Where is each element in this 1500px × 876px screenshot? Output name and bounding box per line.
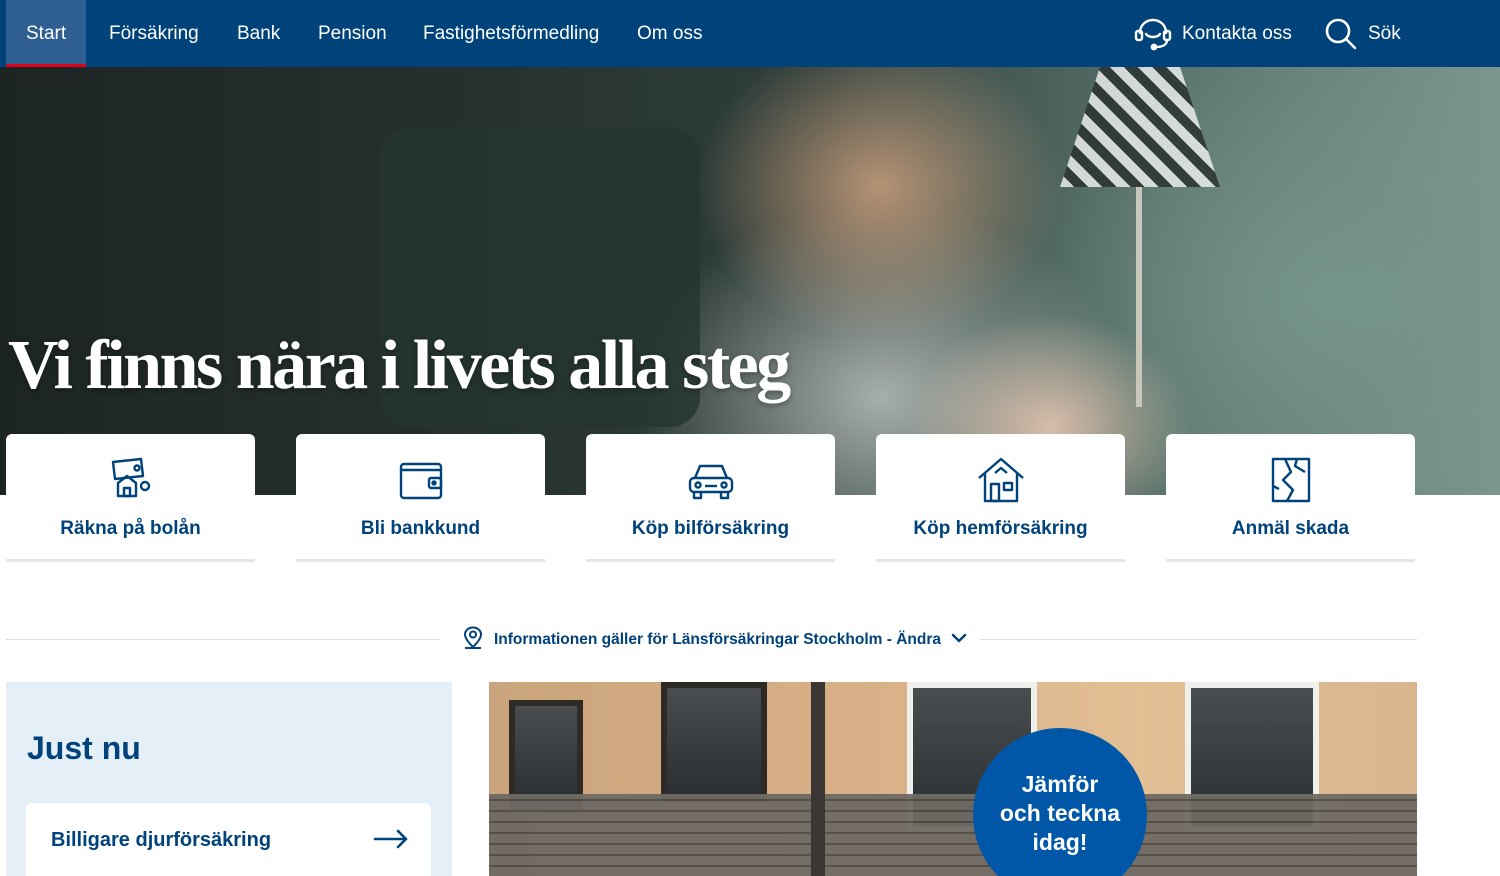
quick-link-bli-bankkund[interactable]: Bli bankkund <box>296 434 545 562</box>
quick-link-anmal-skada[interactable]: Anmäl skada <box>1166 434 1415 562</box>
nav-item-om-oss[interactable]: Om oss <box>617 0 722 67</box>
hero-photo-lamp <box>1060 67 1220 187</box>
nav-item-fastighetsformedling[interactable]: Fastighetsförmedling <box>403 0 619 67</box>
contact-label: Kontakta oss <box>1182 22 1292 44</box>
quick-link-label: Köp hemförsäkring <box>913 518 1088 539</box>
divider-left <box>6 639 440 640</box>
quick-link-kop-bilforsakring[interactable]: Köp bilförsäkring <box>586 434 835 562</box>
arrow-right-icon <box>373 829 408 849</box>
divider-right <box>980 639 1417 640</box>
nav-item-bank[interactable]: Bank <box>217 0 300 67</box>
just-nu-link-label: Billigare djurförsäkring <box>51 829 272 851</box>
house-icon <box>977 456 1025 504</box>
car-icon <box>687 456 735 504</box>
hero-title: Vi finns nära i livets alla steg <box>8 327 791 404</box>
quick-link-label: Bli bankkund <box>360 518 481 539</box>
hero-banner: Vi finns nära i livets alla steg <box>0 67 1500 495</box>
region-selector[interactable]: Informationen gäller för Länsförsäkringa… <box>462 625 967 655</box>
quick-link-label: Köp bilförsäkring <box>631 518 790 539</box>
promo-photo-stone-wall <box>489 794 1417 876</box>
region-text: Informationen gäller för Länsförsäkringa… <box>494 631 941 648</box>
promo-photo-pipe <box>811 682 825 876</box>
chevron-down-icon <box>951 631 967 649</box>
just-nu-link-billigare-djurforsakring[interactable]: Billigare djurförsäkring <box>26 803 431 876</box>
contact-button[interactable]: Kontakta oss <box>1134 0 1292 67</box>
search-button[interactable]: Sök <box>1324 0 1401 67</box>
wallet-icon <box>397 456 445 504</box>
quick-link-label: Räkna på bolån <box>60 518 201 539</box>
promo-badge-line1: Jämför <box>1021 771 1099 797</box>
headset-icon <box>1134 17 1172 51</box>
search-icon <box>1324 17 1358 51</box>
promo-badge-line2: och teckna <box>999 800 1121 826</box>
nav-item-pension[interactable]: Pension <box>298 0 407 67</box>
nav-item-forsakring[interactable]: Försäkring <box>89 0 219 67</box>
just-nu-heading: Just nu <box>27 730 141 766</box>
location-pin-icon <box>462 625 484 655</box>
promo-photo-window <box>661 682 767 802</box>
quick-link-kop-hemforsakring[interactable]: Köp hemförsäkring <box>876 434 1125 562</box>
broken-document-icon <box>1267 456 1315 504</box>
search-label: Sök <box>1368 22 1401 44</box>
hero-photo-lamp-pole <box>1136 187 1142 407</box>
just-nu-panel: Just nu Billigare djurförsäkring <box>6 682 452 876</box>
quick-link-label: Anmäl skada <box>1231 518 1350 539</box>
nav-item-start[interactable]: Start <box>6 0 87 67</box>
promo-image[interactable]: Jämför och teckna idag! <box>489 682 1417 876</box>
mortgage-calculator-icon <box>107 456 155 504</box>
promo-badge-line3: idag! <box>1032 829 1088 855</box>
quick-link-rakna-pa-bolan[interactable]: Räkna på bolån <box>6 434 255 562</box>
main-navigation: Start Försäkring Bank Pension Fastighets… <box>0 0 1500 67</box>
